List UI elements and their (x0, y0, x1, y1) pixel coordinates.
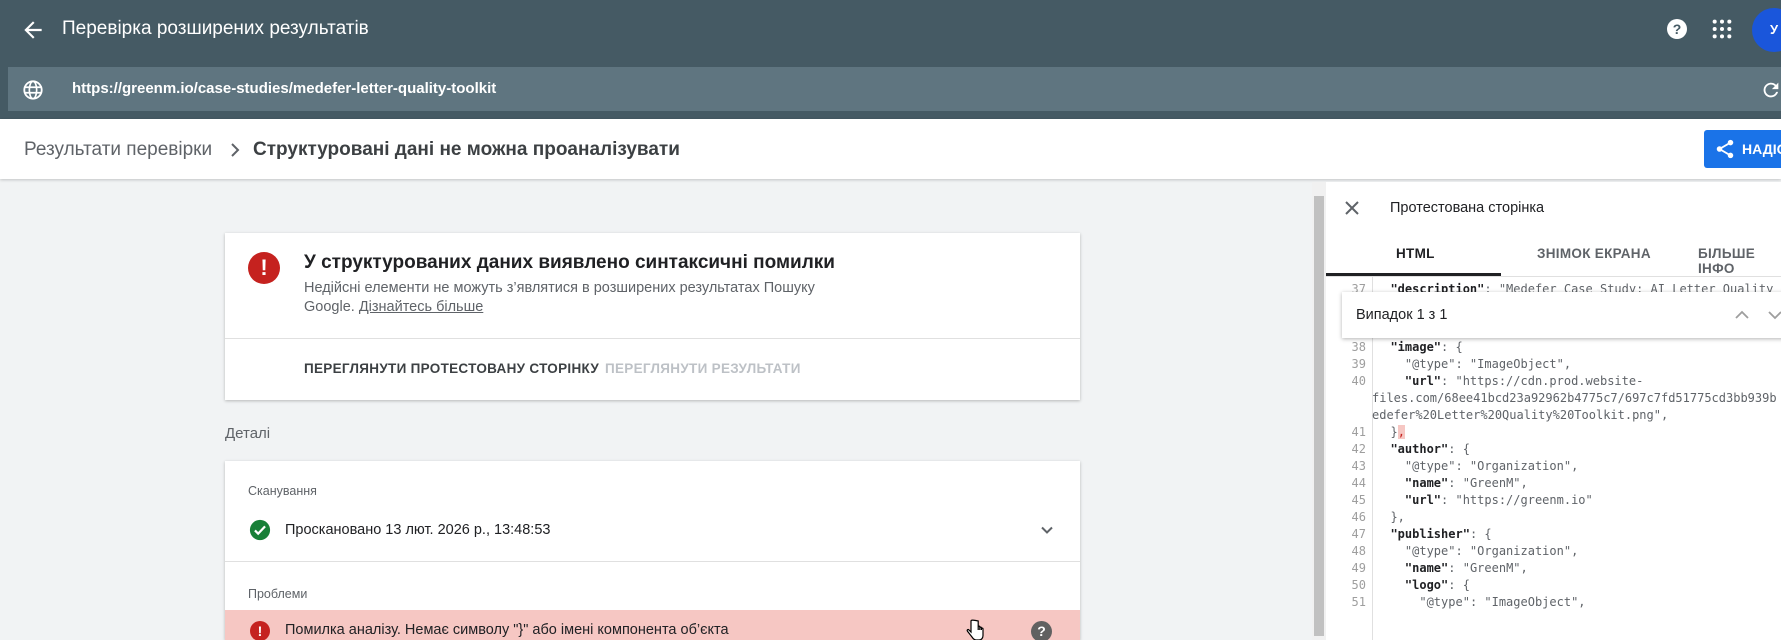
code-line: edefer%20Letter%20Quality%20Toolkit.png"… (1372, 408, 1669, 422)
code-line-number: 39 (1351, 357, 1366, 371)
back-arrow-icon[interactable] (20, 17, 46, 43)
view-results-button: ПЕРЕГЛЯНУТИ РЕЗУЛЬТАТИ (605, 361, 801, 376)
code-line-number: 40 (1351, 374, 1366, 388)
breadcrumb-results[interactable]: Результати перевірки (24, 139, 212, 161)
avatar[interactable]: У (1752, 8, 1781, 52)
view-tested-page-button[interactable]: ПЕРЕГЛЯНУТИ ПРОТЕСТОВАНУ СТОРІНКУ (304, 361, 599, 376)
divider (1326, 276, 1781, 277)
code-line-number: 42 (1351, 442, 1366, 456)
divider (225, 338, 1080, 339)
chevron-right-icon (231, 143, 240, 157)
code-line-number: 41 (1351, 425, 1366, 439)
globe-icon (23, 80, 43, 100)
scrollbar[interactable] (1312, 182, 1326, 640)
tab-html[interactable]: HTML (1396, 246, 1435, 261)
divider (225, 561, 1080, 562)
scan-status: Проскановано 13 лют. 2026 р., 13:48:53 (285, 522, 551, 538)
problems-label: Проблеми (248, 587, 308, 601)
scan-label: Сканування (248, 484, 317, 498)
code-line: "url": "https://cdn.prod.website- (1404, 374, 1644, 388)
code-line: "publisher": { (1390, 527, 1492, 541)
help-icon[interactable]: ? (1031, 621, 1052, 640)
chevron-down-icon[interactable] (1767, 308, 1781, 322)
tab-more-info[interactable]: БІЛЬШЕ ІНФО (1698, 246, 1781, 276)
learn-more-link[interactable]: Дізнайтесь більше (359, 299, 483, 315)
help-icon[interactable]: ? (1665, 17, 1689, 41)
share-label: НАДІС (1742, 141, 1781, 157)
problem-text[interactable]: Помилка аналізу. Немає символу "}" або і… (285, 622, 729, 638)
tab-screenshot[interactable]: ЗНІМОК ЕКРАНА (1537, 246, 1651, 261)
code-line-number: 49 (1351, 561, 1366, 575)
check-circle-icon (249, 519, 271, 541)
code-line: }, (1376, 510, 1405, 524)
code-line: "name": "GreenM", (1404, 476, 1528, 490)
error-icon: ! (250, 621, 270, 640)
code-line: "@type": "Organization", (1404, 544, 1579, 558)
breadcrumb-current: Структуровані дані не можна проаналізува… (253, 139, 680, 160)
code-line-number: 50 (1351, 578, 1366, 592)
page-title: Перевірка розширених результатів (62, 18, 369, 39)
chevron-down-icon[interactable] (1040, 523, 1054, 537)
code-line: "@type": "ImageObject", (1404, 357, 1572, 371)
code-line-number: 44 (1351, 476, 1366, 490)
share-icon (1716, 139, 1734, 159)
code-line: "image": { (1390, 340, 1463, 354)
code-line-number: 48 (1351, 544, 1366, 558)
code-line: "logo": { (1404, 578, 1470, 592)
code-line: "name": "GreenM", (1404, 561, 1528, 575)
app-bar: Перевірка розширених результатів ? У (0, 0, 1781, 59)
error-icon: ! (248, 252, 280, 284)
code-line: "url": "https://greenm.io" (1404, 493, 1593, 507)
code-line-number: 46 (1351, 510, 1366, 524)
summary-description: Недійсні елементи не можуть з’являтися в… (304, 279, 844, 317)
code-line: "@type": "ImageObject", (1419, 595, 1586, 609)
close-icon[interactable] (1342, 198, 1362, 218)
summary-title: У структурованих даних виявлено синтакси… (304, 252, 835, 273)
code-line-number: 38 (1351, 340, 1366, 354)
details-heading: Деталі (225, 425, 271, 442)
url-text[interactable]: https://greenm.io/case-studies/medefer-l… (72, 80, 496, 97)
code-line: files.com/68ee41bcd23a92962b4775c7/697c7… (1372, 391, 1777, 405)
code-line-number: 51 (1351, 595, 1366, 609)
scrollbar-thumb[interactable] (1314, 196, 1324, 636)
search-match-count: Випадок 1 з 1 (1356, 307, 1448, 323)
code-line-number: 45 (1351, 493, 1366, 507)
code-line: }, (1376, 425, 1405, 439)
hand-cursor-icon (966, 619, 984, 640)
panel-title: Протестована сторінка (1390, 200, 1545, 216)
svg-text:?: ? (1673, 21, 1682, 37)
apps-grid-icon[interactable] (1711, 18, 1733, 40)
syntax-error-highlight: , (1397, 425, 1405, 439)
reload-icon[interactable] (1760, 79, 1781, 101)
code-line-number: 43 (1351, 459, 1366, 473)
share-button[interactable]: НАДІС (1704, 130, 1781, 168)
code-line: "author": { (1390, 442, 1470, 456)
code-line-number: 47 (1351, 527, 1366, 541)
chevron-up-icon[interactable] (1734, 308, 1750, 322)
code-line: "@type": "Organization", (1404, 459, 1579, 473)
